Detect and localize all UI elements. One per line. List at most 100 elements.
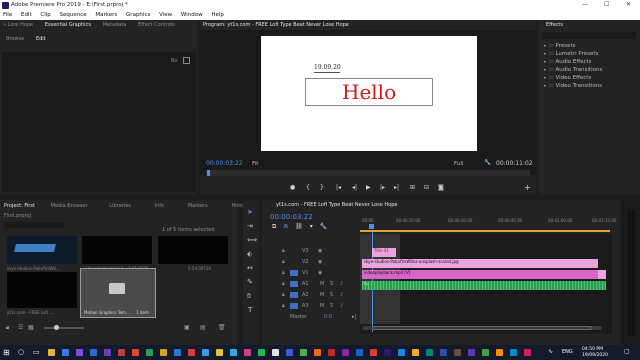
taskbar-app-icon[interactable] [272,349,279,356]
taskbar-app-icon[interactable] [160,349,167,356]
taskbar-app-icon[interactable] [202,349,209,356]
effects-item[interactable]: ▸ ▭ Video Transitions [544,83,602,91]
taskbar-app-icon[interactable] [384,349,391,356]
taskbar-app-icon[interactable] [62,349,69,356]
task-view-icon[interactable]: ▭ [33,348,40,356]
list-view-icon[interactable]: ☰ [18,324,23,331]
hand-tool-icon[interactable]: ✋︎ [247,292,251,301]
taskbar-app-icon[interactable] [454,349,461,356]
menu-view[interactable]: View [159,12,172,18]
taskbar-app-icon[interactable] [104,349,111,356]
lock-icon[interactable]: 🔒︎ [282,281,285,287]
clock-time[interactable]: 04:50 PM [582,347,603,352]
tab-libraries[interactable]: Libraries [109,203,131,209]
track-target-icon[interactable] [290,292,298,298]
taskbar-app-icon[interactable] [300,349,307,356]
project-item[interactable] [158,236,228,264]
type-tool-icon[interactable]: T [248,306,252,314]
time-ruler[interactable]: 00:00 00:00:15:00 00:00:30:00 00:00:45:0… [360,213,616,233]
slip-tool-icon[interactable]: ↔ [247,264,253,272]
taskbar-app-icon[interactable] [328,349,335,356]
clip-audio[interactable]: fx [362,281,606,290]
taskbar-app-icon[interactable] [244,349,251,356]
wifi-icon[interactable]: ∿ [548,348,553,355]
go-to-out-icon[interactable]: ▸| [394,184,399,191]
taskbar-app-icon[interactable] [412,349,419,356]
mark-out-icon[interactable]: } [320,184,324,191]
taskbar-app-icon[interactable] [258,349,265,356]
new-item-icon[interactable]: ▤ [200,324,206,331]
sequence-tab[interactable]: yt1s.com - FREE Lofi Type Beat Never Los… [276,202,398,208]
program-timecode[interactable]: 00:00:03:22 [206,160,243,167]
tab-media-browser[interactable]: Media Browser [51,203,88,209]
track-target-icon[interactable] [290,270,298,276]
add-marker-icon[interactable]: ▾ [310,223,313,230]
minimize-button[interactable]: — [582,1,588,8]
taskbar-app-icon[interactable] [314,349,321,356]
effects-item[interactable]: ▸ ▭ Audio Effects [544,59,602,67]
tab-edit[interactable]: Edit [36,36,46,42]
linked-selection-icon[interactable]: ⛓ [295,223,303,230]
tab-project[interactable]: Project: First [4,203,35,209]
taskbar-app-icon[interactable] [440,349,447,356]
tab-effect-controls[interactable]: Effect Controls [138,22,175,28]
mic-icon[interactable]: ♪ [340,281,343,287]
menu-markers[interactable]: Markers [95,12,117,18]
notification-icon[interactable]: ▢ [624,348,630,355]
solo-button[interactable]: S [330,303,333,309]
effects-item[interactable]: ▸ ▭ Presets [544,43,602,51]
menu-file[interactable]: File [3,12,12,18]
go-to-in-icon[interactable]: |◂ [336,184,341,191]
close-button[interactable]: ✕ [626,1,631,8]
ripple-edit-tool-icon[interactable]: ⟺ [247,236,257,244]
project-item[interactable] [7,236,77,264]
eye-icon[interactable]: ◉ [318,248,322,254]
taskbar-app-icon[interactable] [468,349,475,356]
taskbar-app-icon[interactable] [426,349,433,356]
taskbar-app-icon[interactable] [510,349,517,356]
eye-icon[interactable]: ◉ [318,259,322,265]
taskbar-app-icon[interactable] [216,349,223,356]
program-canvas[interactable]: 19.09.20 Hello [261,36,477,151]
taskbar-app-icon[interactable] [132,349,139,356]
clip-title[interactable]: Title 01 [372,248,396,257]
tab-markers[interactable]: Markers [188,203,208,209]
settings-wrench-icon[interactable]: 🔧 [320,223,327,230]
taskbar-app-icon[interactable] [174,349,181,356]
selection-tool-icon[interactable]: ➤ [247,208,253,216]
track-select-tool-icon[interactable]: ⇥ [247,222,253,230]
timeline-timecode[interactable]: 00:00:03:22 [270,213,313,221]
project-search[interactable] [4,222,64,228]
clock-date[interactable]: 19/09/2020 [582,353,608,358]
menu-edit[interactable]: Edit [21,12,32,18]
snap-icon[interactable]: ⋒ [283,223,288,230]
master-volume[interactable]: 0.0 [324,314,332,320]
program-scrub-bar[interactable] [206,170,530,176]
effects-item[interactable]: ▸ ▭ Audio Transitions [544,67,602,75]
windows-start-icon[interactable]: ⊞ [3,348,10,357]
playhead-marker[interactable] [369,224,374,229]
nest-icon[interactable]: ⧉ [272,223,276,230]
menu-sequence[interactable]: Sequence [60,12,87,18]
taskbar-app-icon[interactable] [48,349,55,356]
lock-icon[interactable]: 🔒︎ [6,324,9,332]
lock-icon[interactable]: 🔒︎ [282,303,285,309]
taskbar-app-icon[interactable] [188,349,195,356]
lock-icon[interactable]: 🔒︎ [282,270,285,276]
taskbar-app-icon[interactable] [482,349,489,356]
taskbar-app-icon[interactable] [370,349,377,356]
search-icon[interactable]: ○ [18,348,24,356]
clip-image[interactable]: skye-studios-PobnfVsW6ns-unsplash-scaled… [362,259,598,268]
timeline-scrollbar[interactable] [362,326,602,330]
step-back-icon[interactable]: ◂| [352,184,357,191]
mute-button[interactable]: M [320,281,324,287]
tab-info[interactable]: Info [155,203,164,209]
export-frame-icon[interactable]: ◙ [438,184,444,191]
lock-icon[interactable]: 🔒︎ [282,248,285,254]
taskbar-app-icon[interactable] [146,349,153,356]
language-indicator[interactable]: ENG [562,349,573,355]
mic-icon[interactable]: ♪ [340,303,343,309]
effects-item[interactable]: ▸ ▭ Video Effects [544,75,602,83]
taskbar-app-icon[interactable] [342,349,349,356]
zoom-slider[interactable] [44,325,84,330]
